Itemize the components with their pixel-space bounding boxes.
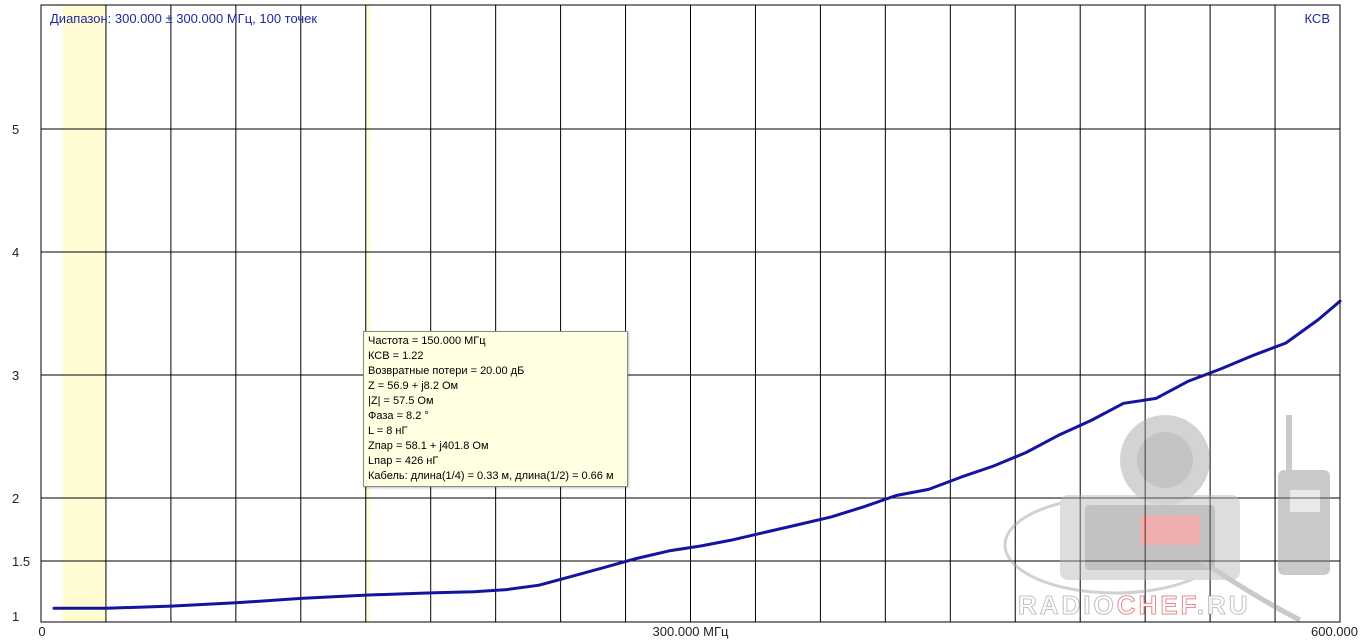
tooltip-line: Возвратные потери = 20.00 дБ: [368, 365, 525, 377]
tooltip-line: Lпар = 426 нГ: [368, 455, 439, 467]
watermark-text: RADIOCHEF.RU: [1018, 590, 1251, 621]
tooltip-line: Zпар = 58.1 + j401.8 Ом: [368, 440, 489, 452]
highlight-band: [365, 5, 371, 622]
x-tick-labels: 0 300.000 МГц 600.000: [38, 624, 1358, 639]
x-tick-label: 600.000: [1311, 624, 1358, 639]
tooltip-line: КСВ = 1.22: [368, 350, 424, 362]
range-label: Диапазон: 300.000 ± 300.000 МГц, 100 точ…: [50, 11, 317, 26]
vswr-chart: 1 1.5 2 3 4 5 0 300.000 МГц 600.000 Диапазон: 3…: [12, 4, 1358, 639]
highlight-band: [62, 5, 106, 622]
y-tick-labels: 1 1.5 2 3 4 5: [12, 122, 30, 624]
y-tick-label: 2: [12, 491, 19, 506]
x-tick-label: 0: [38, 624, 45, 639]
y-tick-label: 5: [12, 122, 19, 137]
y-tick-label: 1: [12, 609, 19, 624]
y-tick-label: 4: [12, 245, 19, 260]
marker-tooltip: Частота = 150.000 МГц КСВ = 1.22 Возвратны…: [363, 331, 628, 487]
tooltip-line: Фаза = 8.2 °: [368, 410, 429, 422]
tooltip-line: Кабель: длина(1/4) = 0.33 м, длина(1/2) …: [368, 470, 614, 482]
y-tick-label: 1.5: [12, 554, 30, 569]
tooltip-line: |Z| = 57.5 Ом: [368, 395, 434, 407]
tooltip-line: Z = 56.9 + j8.2 Ом: [368, 380, 459, 392]
x-tick-label: 300.000 МГц: [653, 624, 729, 639]
tooltip-line: Частота = 150.000 МГц: [368, 335, 486, 347]
y-tick-label: 3: [12, 368, 19, 383]
quantity-label: КСВ: [1305, 11, 1331, 26]
tooltip-line: L = 8 нГ: [368, 425, 408, 437]
